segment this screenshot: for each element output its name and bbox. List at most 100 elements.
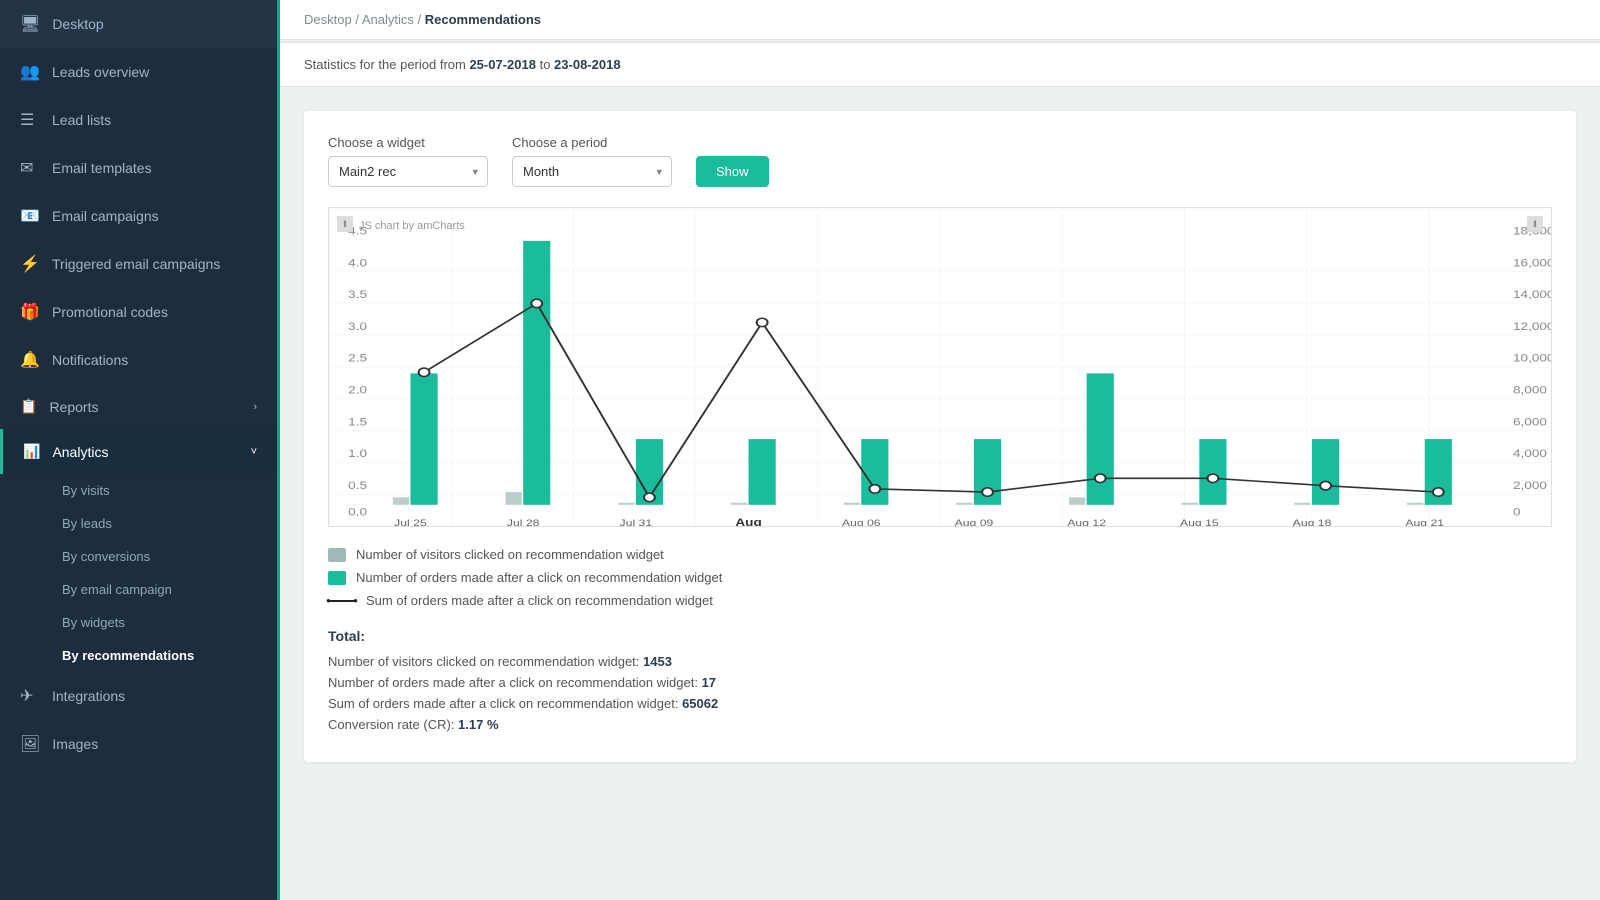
- svg-text:0: 0: [1513, 506, 1521, 518]
- chart-menu-icon[interactable]: ‖: [1527, 216, 1543, 232]
- legend-color-orders: [328, 571, 346, 585]
- sidebar-item-email-campaigns[interactable]: 📧 Email campaigns: [0, 192, 277, 240]
- totals-value-sum: 65062: [682, 696, 718, 711]
- legend-label-visitors: Number of visitors clicked on recommenda…: [356, 547, 664, 562]
- sidebar: 🖥 Desktop 👥 Leads overview ☰ Lead lists …: [0, 0, 280, 900]
- sidebar-item-triggered-email[interactable]: ⚡ Triggered email campaigns: [0, 240, 277, 288]
- breadcrumb-desktop[interactable]: Desktop: [304, 12, 352, 27]
- sidebar-item-label: Desktop: [52, 16, 103, 32]
- sidebar-item-promotional-codes[interactable]: 🎁 Promotional codes: [0, 288, 277, 336]
- email-campaigns-icon: 📧: [20, 206, 40, 226]
- triggered-email-icon: ⚡: [20, 254, 40, 274]
- legend-item-orders: Number of orders made after a click on r…: [328, 570, 1552, 585]
- legend-color-sum: [328, 600, 356, 602]
- sidebar-item-analytics[interactable]: 📊 Analytics ˅: [0, 429, 277, 474]
- breadcrumb-recommendations: Recommendations: [425, 12, 541, 27]
- sidebar-sub-item-by-leads[interactable]: By leads: [52, 507, 277, 540]
- sidebar-sub-item-by-visits[interactable]: By visits: [52, 474, 277, 507]
- svg-text:Aug 18: Aug 18: [1293, 518, 1332, 526]
- sidebar-item-lead-lists[interactable]: ☰ Lead lists: [0, 96, 277, 144]
- legend-item-visitors: Number of visitors clicked on recommenda…: [328, 547, 1552, 562]
- totals-value-visitors: 1453: [643, 654, 672, 669]
- svg-text:Jul 28: Jul 28: [507, 518, 540, 526]
- stats-to-text: to: [540, 57, 554, 72]
- sidebar-item-label: Leads overview: [52, 64, 149, 80]
- sidebar-sub-item-by-conversions[interactable]: By conversions: [52, 540, 277, 573]
- notifications-icon: 🔔: [20, 350, 40, 370]
- period-filter-group: Choose a period Month: [512, 135, 672, 187]
- totals-label-visitors: Number of visitors clicked on recommenda…: [328, 654, 643, 669]
- analytics-submenu: By visits By leads By conversions By ema…: [0, 474, 277, 672]
- sidebar-item-label: Email campaigns: [52, 208, 159, 224]
- sidebar-item-images[interactable]: 🖼 Images: [0, 720, 277, 768]
- sidebar-item-desktop[interactable]: 🖥 Desktop: [0, 0, 277, 48]
- chart-legend: Number of visitors clicked on recommenda…: [328, 547, 1552, 608]
- stats-from-date: 25-07-2018: [469, 57, 536, 72]
- sidebar-item-notifications[interactable]: 🔔 Notifications: [0, 336, 277, 384]
- totals-label-orders: Number of orders made after a click on r…: [328, 675, 702, 690]
- stats-period-text: Statistics for the period from: [304, 57, 469, 72]
- svg-text:1.5: 1.5: [348, 416, 367, 428]
- show-button[interactable]: Show: [696, 156, 769, 187]
- totals-value-cr: 1.17 %: [458, 717, 498, 732]
- svg-text:1.0: 1.0: [348, 448, 367, 460]
- svg-text:Aug 09: Aug 09: [955, 518, 994, 526]
- images-icon: 🖼: [20, 734, 40, 754]
- totals-label-cr: Conversion rate (CR):: [328, 717, 458, 732]
- sidebar-item-reports[interactable]: 📋 Reports ›: [0, 384, 277, 429]
- widget-select-wrapper: Main2 rec: [328, 156, 488, 187]
- svg-text:Aug 21: Aug 21: [1405, 518, 1444, 526]
- svg-text:Jul 31: Jul 31: [620, 518, 653, 526]
- svg-text:2.5: 2.5: [348, 352, 367, 364]
- chart-svg: 4.5 4.0 3.5 3.0 2.5 2.0 1.5 1.0 0.5 0.0 …: [329, 208, 1551, 526]
- svg-text:Aug 12: Aug 12: [1067, 518, 1106, 526]
- svg-text:14,000: 14,000: [1513, 289, 1551, 301]
- analytics-icon: 📊: [23, 443, 40, 460]
- svg-text:0.5: 0.5: [348, 479, 367, 491]
- sidebar-item-label: Notifications: [52, 352, 128, 368]
- sidebar-item-label: Lead lists: [52, 112, 111, 128]
- chevron-right-icon: ›: [253, 401, 257, 413]
- main-content: Desktop / Analytics / Recommendations St…: [280, 0, 1600, 900]
- sidebar-item-integrations[interactable]: ✈ Integrations: [0, 672, 277, 720]
- period-select[interactable]: Month: [512, 156, 672, 187]
- totals-section: Total: Number of visitors clicked on rec…: [328, 628, 1552, 732]
- leads-overview-icon: 👥: [20, 62, 40, 82]
- svg-text:16,000: 16,000: [1513, 257, 1551, 269]
- svg-text:4,000: 4,000: [1513, 448, 1547, 460]
- widget-select[interactable]: Main2 rec: [328, 156, 488, 187]
- sidebar-item-label: Reports: [49, 399, 98, 415]
- sidebar-item-leads-overview[interactable]: 👥 Leads overview: [0, 48, 277, 96]
- integrations-icon: ✈: [20, 686, 40, 706]
- svg-text:Aug 06: Aug 06: [842, 518, 881, 526]
- sidebar-item-label: Promotional codes: [52, 304, 168, 320]
- chart-controls-left: ‖: [337, 216, 353, 232]
- svg-text:10,000: 10,000: [1513, 352, 1551, 364]
- period-filter-label: Choose a period: [512, 135, 672, 150]
- svg-text:3.0: 3.0: [348, 320, 367, 332]
- svg-text:2,000: 2,000: [1513, 479, 1547, 491]
- breadcrumb-analytics[interactable]: Analytics: [362, 12, 414, 27]
- svg-text:Jul 25: Jul 25: [394, 518, 427, 526]
- email-templates-icon: ✉: [20, 158, 40, 178]
- totals-label-sum: Sum of orders made after a click on reco…: [328, 696, 682, 711]
- sidebar-item-label: Images: [52, 736, 98, 752]
- totals-row-visitors: Number of visitors clicked on recommenda…: [328, 654, 1552, 669]
- chart-title: JS chart by amCharts: [359, 220, 465, 232]
- totals-row-sum: Sum of orders made after a click on reco…: [328, 696, 1552, 711]
- sidebar-sub-item-by-widgets[interactable]: By widgets: [52, 606, 277, 639]
- lead-lists-icon: ☰: [20, 110, 40, 130]
- sidebar-sub-item-by-recommendations[interactable]: By recommendations: [52, 639, 277, 672]
- desktop-icon: 🖥: [20, 14, 40, 34]
- sidebar-item-label: Triggered email campaigns: [52, 256, 220, 272]
- svg-text:0.0: 0.0: [348, 506, 367, 518]
- sidebar-sub-item-by-email-campaign[interactable]: By email campaign: [52, 573, 277, 606]
- totals-row-orders: Number of orders made after a click on r…: [328, 675, 1552, 690]
- svg-text:12,000: 12,000: [1513, 320, 1551, 332]
- widget-filter-group: Choose a widget Main2 rec: [328, 135, 488, 187]
- totals-row-cr: Conversion rate (CR): 1.17 %: [328, 717, 1552, 732]
- sidebar-item-email-templates[interactable]: ✉ Email templates: [0, 144, 277, 192]
- totals-title: Total:: [328, 628, 1552, 644]
- chart-container: ‖ ‖ JS chart by amCharts 4.5: [328, 207, 1552, 527]
- chart-pause-icon[interactable]: ‖: [337, 216, 353, 232]
